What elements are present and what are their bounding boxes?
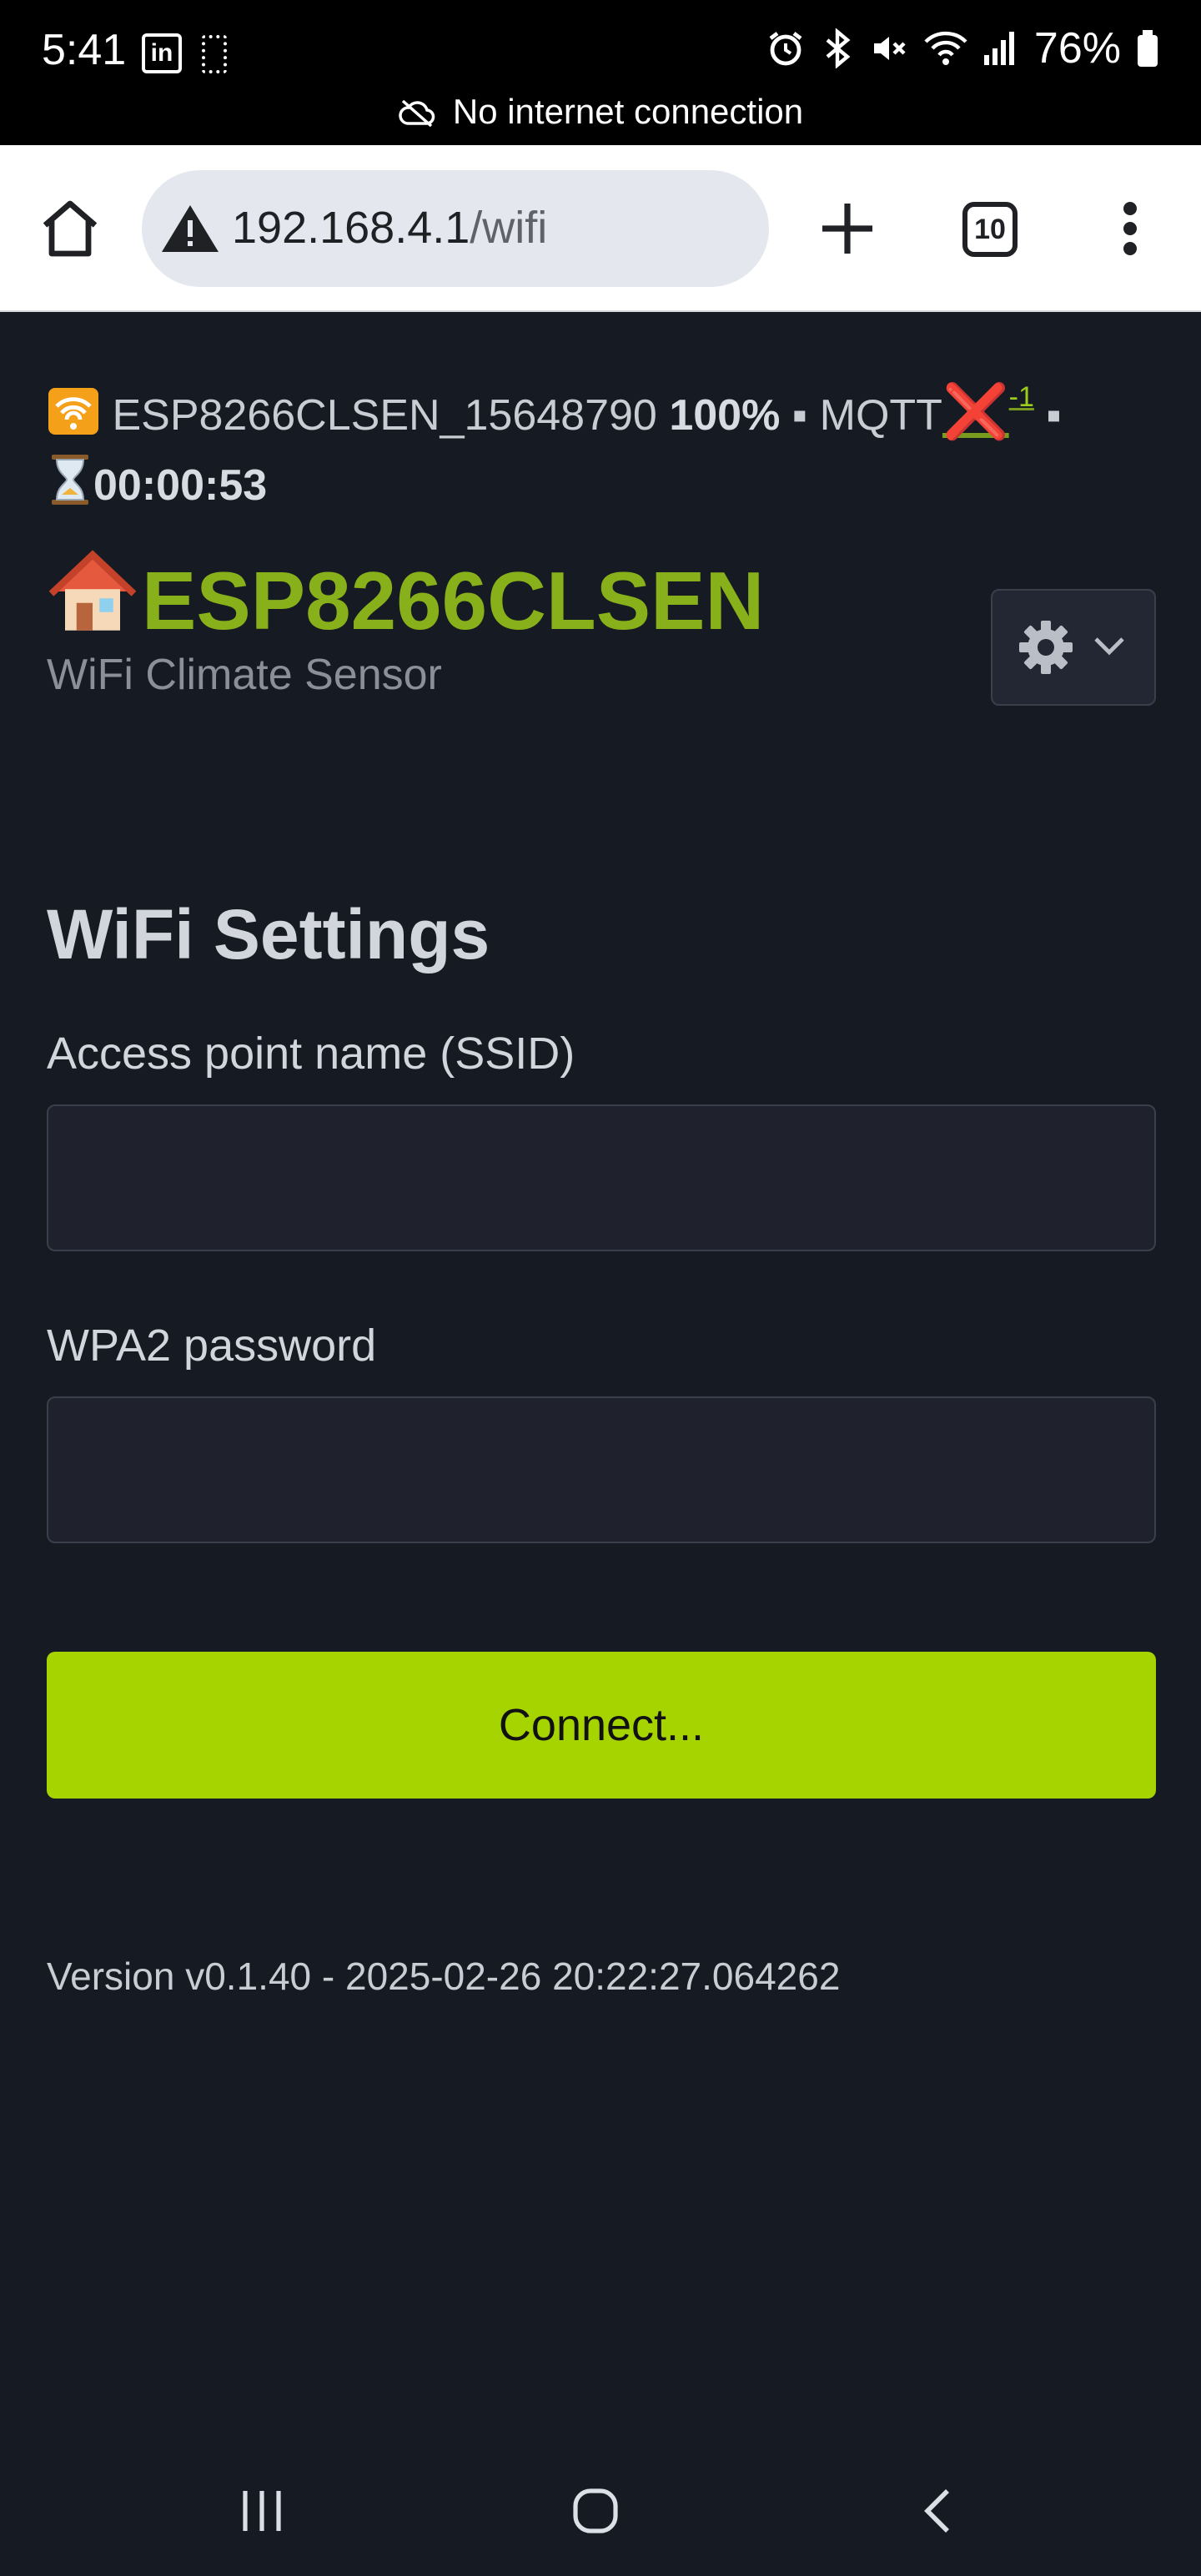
device-title: ESP8266CLSEN xyxy=(47,546,764,647)
mqtt-fail-count[interactable]: -1 xyxy=(1009,381,1034,413)
battery-percent: 76% xyxy=(1033,24,1121,73)
status-icons: 76% xyxy=(766,23,1159,73)
brand-title: ESP8266CLSEN xyxy=(142,555,765,647)
version-text: Version v0.1.40 - 2025-02-26 20:22:27.06… xyxy=(47,1955,841,1998)
tabs-icon[interactable]: 10 xyxy=(962,202,1018,257)
device-id: ESP8266CLSEN_15648790 xyxy=(112,391,657,440)
more-vert-icon[interactable] xyxy=(1109,195,1151,262)
gear-icon xyxy=(1019,621,1073,674)
status-bar: 5:41 in 76% No internet connection xyxy=(0,0,1201,145)
mqtt-label: MQTT xyxy=(819,391,942,440)
uptime: 00:00:53 xyxy=(93,461,268,510)
chevron-down-icon xyxy=(1094,637,1124,656)
wifi-signal-emoji xyxy=(48,388,98,435)
home-icon[interactable] xyxy=(37,195,103,262)
house-emoji xyxy=(48,550,137,631)
plus-icon[interactable] xyxy=(814,195,881,262)
ssid-label: Access point name (SSID) xyxy=(47,1029,575,1079)
network-message: No internet connection xyxy=(452,92,804,131)
url-host: 192.168.4.1 xyxy=(232,203,470,253)
address-bar[interactable]: 192.168.4.1/wifi xyxy=(142,170,769,287)
settings-dropdown[interactable] xyxy=(991,589,1156,706)
connect-button[interactable]: Connect... xyxy=(47,1652,1156,1799)
recents-icon[interactable] xyxy=(237,2486,287,2536)
battery-icon xyxy=(1138,30,1158,67)
hourglass-emoji xyxy=(52,455,88,505)
wifi-icon xyxy=(924,31,967,65)
brand-block: ESP8266CLSEN WiFi Climate Sensor xyxy=(47,546,764,700)
device-status-line: ESP8266CLSEN_15648790 100% ▪ MQTT❌-1 ▪ 0… xyxy=(47,362,1156,521)
back-icon[interactable] xyxy=(914,2486,964,2536)
mute-icon xyxy=(873,37,906,60)
password-label: WPA2 password xyxy=(47,1321,377,1371)
screenshot-icon xyxy=(202,35,227,73)
linkedin-icon: in xyxy=(142,33,182,73)
signal-icon xyxy=(983,32,1014,65)
url-path: /wifi xyxy=(470,203,548,253)
network-status: No internet connection xyxy=(0,92,1201,132)
ssid-input[interactable] xyxy=(47,1104,1156,1251)
page-title: WiFi Settings xyxy=(47,895,490,974)
bluetooth-icon xyxy=(826,28,851,68)
separator: ▪ xyxy=(791,391,808,440)
browser-toolbar: 192.168.4.1/wifi 10 xyxy=(0,145,1201,312)
warning-icon[interactable] xyxy=(160,204,220,254)
password-input[interactable] xyxy=(47,1396,1156,1543)
nav-home-icon[interactable] xyxy=(570,2486,621,2536)
url-text[interactable]: 192.168.4.1/wifi xyxy=(232,202,547,254)
mqtt-status-icon[interactable]: ❌ xyxy=(942,381,1009,441)
brand-subtitle: WiFi Climate Sensor xyxy=(47,651,442,699)
android-nav-bar xyxy=(0,2453,1201,2576)
status-time: 5:41 xyxy=(42,26,127,74)
signal-strength: 100% xyxy=(669,391,781,440)
alarm-icon xyxy=(769,32,802,66)
separator: ▪ xyxy=(1046,391,1062,440)
cloud-off-icon xyxy=(399,99,435,128)
